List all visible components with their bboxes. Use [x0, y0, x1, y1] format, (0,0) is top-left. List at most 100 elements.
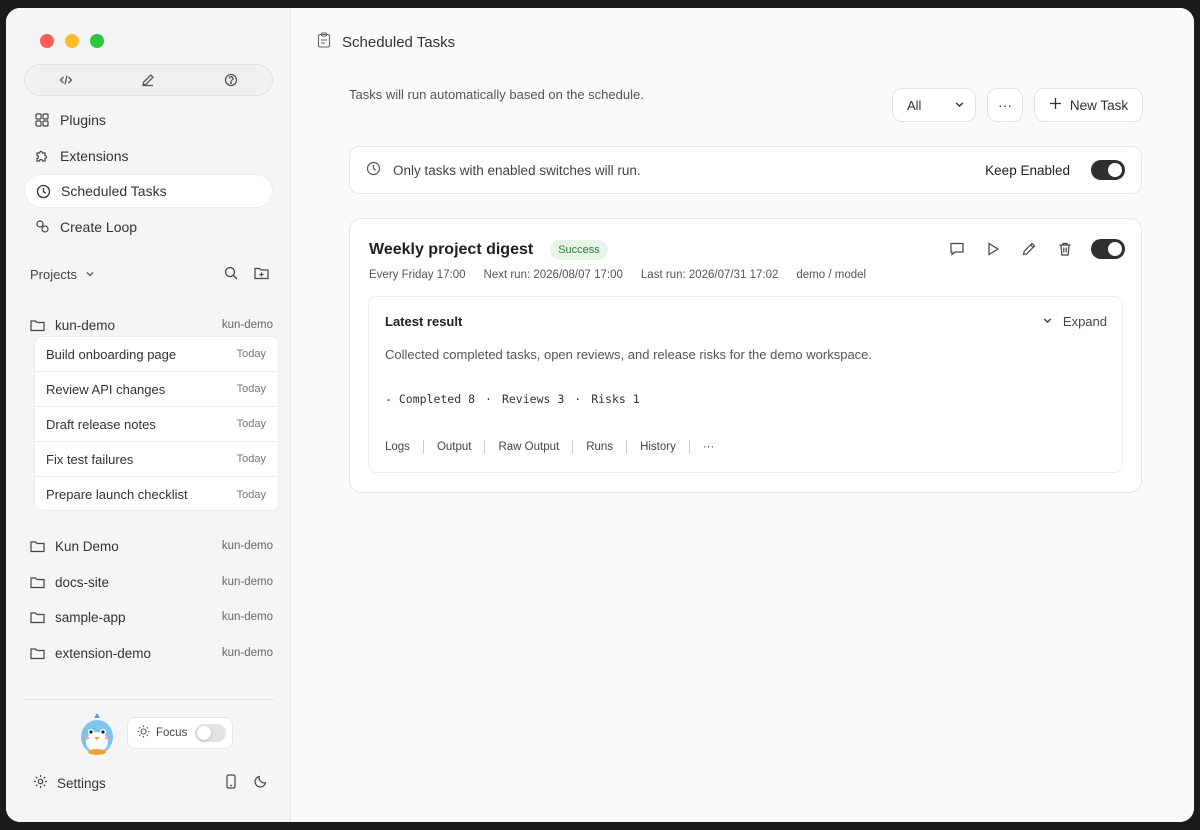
tab-output[interactable]: Output: [424, 440, 486, 454]
task-header: Weekly project digest Success: [369, 240, 608, 260]
settings-row: Settings: [33, 772, 268, 794]
mascot-avatar[interactable]: [74, 711, 120, 757]
help-icon[interactable]: [222, 71, 240, 89]
folder-icon: [30, 574, 46, 590]
clock-icon: [35, 183, 51, 199]
sidebar-divider: [24, 699, 274, 700]
chevron-down-icon: [954, 98, 965, 113]
task-date: Today: [236, 488, 266, 501]
status-badge: Success: [550, 240, 608, 260]
trash-icon[interactable]: [1055, 239, 1075, 259]
page-header: Scheduled Tasks: [317, 32, 455, 52]
chevron-down-icon[interactable]: [85, 267, 95, 282]
projects-label[interactable]: Projects: [30, 267, 77, 282]
task-list: Build onboarding page Today Review API c…: [34, 336, 279, 511]
folder-icon: [30, 609, 46, 625]
sidebar-item-scheduled-tasks[interactable]: Scheduled Tasks: [24, 174, 273, 208]
result-stats: - Completed 8 · Reviews 3 · Risks 1: [385, 392, 640, 406]
code-icon[interactable]: [57, 71, 75, 89]
task-date: Today: [236, 453, 266, 465]
result-heading: Latest result: [385, 314, 463, 329]
expand-button[interactable]: Expand: [1042, 314, 1107, 329]
result-header: Latest result Expand: [385, 314, 1107, 329]
task-schedule: Every Friday 17:00: [369, 269, 466, 281]
mobile-icon[interactable]: [224, 774, 238, 792]
sidebar-item-label: Extensions: [60, 147, 129, 164]
window-controls: [40, 34, 104, 48]
task-meta: Every Friday 17:00 Next run: 2026/08/07 …: [369, 269, 866, 281]
sidebar-item-extensions[interactable]: Extensions: [24, 139, 273, 173]
loop-icon: [34, 219, 50, 235]
sidebar-nav: Plugins Extensions Scheduled Tasks Creat…: [24, 103, 273, 245]
project-item[interactable]: sample-app kun-demo: [30, 605, 273, 629]
focus-control: Focus: [127, 717, 233, 749]
app-window: Plugins Extensions Scheduled Tasks Creat…: [6, 8, 1194, 822]
sidebar: Plugins Extensions Scheduled Tasks Creat…: [6, 8, 291, 822]
tab-history[interactable]: History: [627, 440, 690, 454]
chat-icon[interactable]: [947, 239, 967, 259]
folder-icon: [30, 645, 46, 661]
task-label: Draft release notes: [46, 416, 156, 432]
new-task-button[interactable]: New Task: [1034, 88, 1143, 122]
task-item[interactable]: Build onboarding page Today: [35, 337, 278, 372]
search-icon[interactable]: [224, 266, 238, 283]
stat-separator: ·: [574, 392, 582, 406]
minimize-window-button[interactable]: [65, 34, 79, 48]
sidebar-item-plugins[interactable]: Plugins: [24, 103, 273, 137]
close-window-button[interactable]: [40, 34, 54, 48]
new-task-label: New Task: [1069, 97, 1129, 113]
focus-label: Focus: [156, 727, 188, 739]
moon-icon[interactable]: [254, 774, 268, 792]
task-item[interactable]: Draft release notes Today: [35, 407, 278, 442]
project-tag: kun-demo: [221, 576, 273, 588]
project-item[interactable]: kun-demo kun-demo: [30, 313, 273, 337]
projects-header: Projects: [30, 263, 273, 285]
task-enabled-toggle[interactable]: [1091, 239, 1125, 259]
tab-raw-output[interactable]: Raw Output: [485, 440, 574, 454]
task-item[interactable]: Prepare launch checklist Today: [35, 477, 278, 510]
maximize-window-button[interactable]: [90, 34, 104, 48]
puzzle-icon: [34, 148, 50, 164]
keep-enabled-label: Keep Enabled: [985, 162, 1070, 178]
task-date: Today: [236, 348, 266, 360]
main-content: Scheduled Tasks Tasks will run automatic…: [291, 8, 1194, 822]
page-title: Scheduled Tasks: [342, 33, 456, 51]
task-item[interactable]: Fix test failures Today: [35, 442, 278, 477]
tab-runs[interactable]: Runs: [573, 440, 628, 454]
project-tag: kun-demo: [221, 647, 273, 659]
settings-button[interactable]: Settings: [57, 776, 106, 791]
project-name: kun-demo: [55, 317, 116, 333]
keep-enabled-toggle[interactable]: [1091, 160, 1125, 180]
clipboard-icon: [317, 32, 331, 52]
more-options-button[interactable]: ···: [987, 88, 1023, 122]
sidebar-item-label: Plugins: [60, 112, 106, 128]
folder-icon: [30, 317, 46, 333]
project-name: extension-demo: [55, 645, 152, 661]
play-icon[interactable]: [983, 239, 1003, 259]
focus-toggle[interactable]: [195, 724, 226, 742]
pencil-icon[interactable]: [139, 71, 157, 89]
sidebar-item-label: Create Loop: [60, 218, 138, 235]
project-item[interactable]: docs-site kun-demo: [30, 570, 273, 594]
new-folder-icon[interactable]: [254, 266, 269, 283]
filter-select[interactable]: All: [892, 88, 976, 122]
tab-more[interactable]: ···: [690, 440, 728, 454]
stat-reviews: Reviews 3: [501, 392, 565, 406]
task-date: Today: [236, 383, 266, 395]
task-next-run: Next run: 2026/08/07 17:00: [483, 269, 623, 281]
gear-icon[interactable]: [33, 774, 48, 792]
task-item[interactable]: Review API changes Today: [35, 372, 278, 407]
clock-icon: [366, 161, 381, 179]
tab-logs[interactable]: Logs: [385, 440, 424, 454]
task-title: Weekly project digest: [369, 241, 534, 258]
task-label: Fix test failures: [46, 451, 134, 467]
task-model: demo / model: [796, 269, 867, 281]
chevron-down-icon: [1042, 314, 1053, 329]
edit-icon[interactable]: [1019, 239, 1039, 259]
stat-separator: ·: [485, 392, 492, 406]
project-name: docs-site: [55, 574, 110, 590]
task-label: Build onboarding page: [46, 346, 177, 362]
project-item[interactable]: extension-demo kun-demo: [30, 641, 273, 665]
project-item[interactable]: Kun Demo kun-demo: [30, 534, 273, 558]
sidebar-item-create-loop[interactable]: Create Loop: [24, 210, 273, 244]
